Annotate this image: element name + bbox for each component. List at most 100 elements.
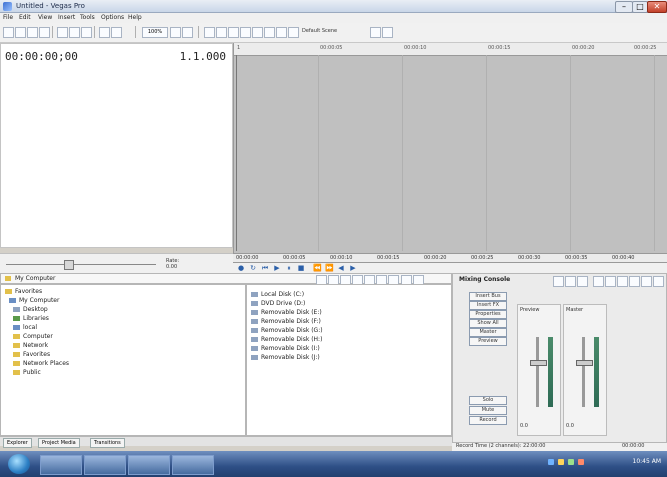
tree-item[interactable]: Libraries [13,315,49,322]
lock-icon[interactable] [264,27,275,38]
new-icon[interactable] [3,27,14,38]
master-fader-track[interactable] [582,337,585,407]
mixer-bus-icon[interactable] [593,276,604,287]
taskbar-media[interactable] [128,455,170,475]
tray-volume-icon[interactable] [558,459,564,465]
master-button[interactable]: Master [469,328,507,337]
tab-project-media[interactable]: Project Media [38,438,80,448]
tree-item[interactable]: Public [13,369,41,376]
menu-file[interactable]: File [3,14,13,21]
mixer-settings-icon[interactable] [653,276,664,287]
mute-button[interactable]: Mute [469,406,507,415]
tab-explorer[interactable]: Explorer [3,438,32,448]
tray-flag-icon[interactable] [578,459,584,465]
next-frame-icon[interactable]: ▶ [349,264,357,272]
list-item[interactable]: Removable Disk (G:) [251,327,323,334]
play-icon[interactable]: ▶ [273,264,281,272]
taskbar-vegas[interactable] [172,455,214,475]
region-icon[interactable] [288,27,299,38]
mixer-insert-icon[interactable] [553,276,564,287]
tray-network-icon[interactable] [548,459,554,465]
record-button[interactable]: Record [469,416,507,425]
snap-icon[interactable] [182,27,193,38]
preview-fader-track[interactable] [536,337,539,407]
tree-item[interactable]: My Computer [9,297,59,304]
start-button[interactable] [8,454,30,474]
clock[interactable]: 10:45 AM [633,458,661,465]
menu-view[interactable]: View [38,14,52,21]
mixer-downmix-icon[interactable] [629,276,640,287]
taskbar-explorer[interactable] [40,455,82,475]
record-icon[interactable]: ● [237,264,245,272]
tab-transitions[interactable]: Transitions [90,438,125,448]
envelope-tool-icon[interactable] [216,27,227,38]
preview-button[interactable]: Preview [469,337,507,346]
list-item[interactable]: Removable Disk (E:) [251,309,322,316]
previous-frame-icon[interactable]: ◀ [337,264,345,272]
properties-button[interactable]: Properties [469,310,507,319]
stop-icon[interactable]: ■ [297,264,305,272]
list-item[interactable]: Removable Disk (F:) [251,318,321,325]
zoom-slider[interactable] [6,264,156,265]
mixer-options-icon[interactable] [577,276,588,287]
master-fader[interactable] [576,360,593,366]
menu-edit[interactable]: Edit [19,14,31,21]
playback-cursor[interactable] [236,55,237,251]
tree-item[interactable]: Desktop [13,306,48,313]
mixer-dim-icon[interactable] [641,276,652,287]
timeline-ruler[interactable]: 00:00:00 00:00:05 00:00:10 00:00:15 00:0… [233,253,667,263]
render-icon[interactable] [39,27,50,38]
play-from-start-icon[interactable]: ⏮ [261,264,269,272]
list-item[interactable]: Local Disk (C:) [251,291,304,298]
taskbar-browser[interactable] [84,455,126,475]
insert-fx-button[interactable]: Insert FX [469,301,507,310]
track-area[interactable]: 1 00:00:05 00:00:10 00:00:15 00:00:20 00… [233,43,667,253]
pause-icon[interactable]: ⏸ [285,264,293,272]
help-icon[interactable] [370,27,381,38]
tree-item[interactable]: Network Places [13,360,69,367]
mixer-fx-icon[interactable] [565,276,576,287]
marker-ruler[interactable]: 1 00:00:05 00:00:10 00:00:15 00:00:20 00… [234,43,667,56]
menu-options[interactable]: Options [101,14,124,21]
redo-icon[interactable] [111,27,122,38]
zoom-tool-icon[interactable] [240,27,251,38]
scene-label[interactable]: Default Scene [302,28,337,34]
explorer-tree[interactable]: Favorites My Computer Desktop Libraries … [0,284,246,436]
paste-icon[interactable] [81,27,92,38]
list-item[interactable]: Removable Disk (I:) [251,345,320,352]
menu-help[interactable]: Help [128,14,142,21]
close-button[interactable]: ✕ [647,1,667,13]
grid-icon[interactable] [170,27,181,38]
go-to-start-icon[interactable]: ⏪ [313,264,322,272]
list-item[interactable]: Removable Disk (H:) [251,336,322,343]
insert-bus-button[interactable]: Insert Bus [469,292,507,301]
undo-icon[interactable] [99,27,110,38]
show-all-button[interactable]: Show All [469,319,507,328]
tree-item[interactable]: local [13,324,37,331]
whats-this-icon[interactable] [382,27,393,38]
tree-item[interactable]: Favorites [5,288,42,295]
mixer-meter-icon[interactable] [605,276,616,287]
menu-insert[interactable]: Insert [58,14,75,21]
file-list[interactable]: Local Disk (C:) DVD Drive (D:) Removable… [246,284,452,436]
open-icon[interactable] [15,27,26,38]
zoom-slider-knob[interactable] [64,260,74,270]
maximize-button[interactable]: □ [632,1,648,13]
explorer-path[interactable]: My Computer [15,275,55,282]
save-icon[interactable] [27,27,38,38]
marker-icon[interactable] [276,27,287,38]
tree-item[interactable]: Favorites [13,351,50,358]
loop-icon[interactable]: ↻ [249,264,257,272]
copy-icon[interactable] [69,27,80,38]
preview-fader[interactable] [530,360,547,366]
edit-tool-icon[interactable] [204,27,215,38]
minimize-button[interactable]: – [615,1,633,13]
selection-tool-icon[interactable] [228,27,239,38]
list-item[interactable]: DVD Drive (D:) [251,300,305,307]
tray-battery-icon[interactable] [568,459,574,465]
mixer-arm-icon[interactable] [617,276,628,287]
zoom-box[interactable]: 100% [142,27,168,38]
list-item[interactable]: Removable Disk (J:) [251,354,320,361]
solo-button[interactable]: Solo [469,396,507,405]
menu-tools[interactable]: Tools [80,14,95,21]
